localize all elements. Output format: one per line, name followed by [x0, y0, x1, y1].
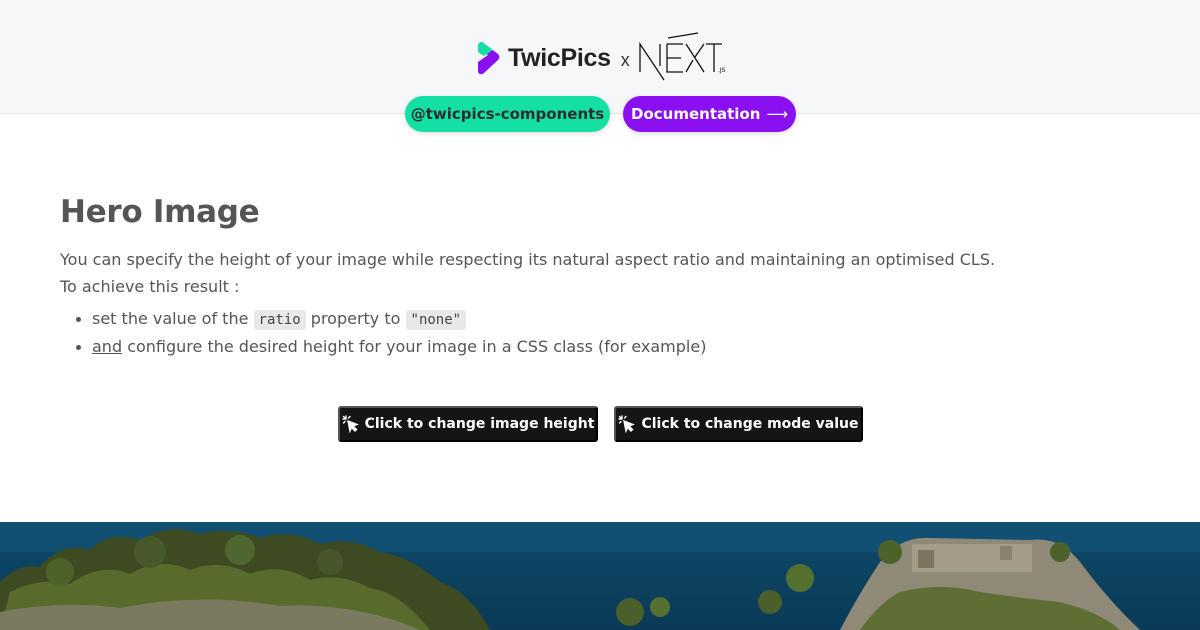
- underlined-and: and: [92, 337, 123, 356]
- code-ratio: ratio: [253, 310, 306, 330]
- documentation-link-button[interactable]: Documentation ⟶: [623, 96, 796, 132]
- components-link-button[interactable]: @twicpics-components: [405, 96, 610, 132]
- nextjs-logo-icon: .JS: [639, 32, 726, 81]
- list-item: and configure the desired height for you…: [76, 334, 706, 362]
- change-height-button[interactable]: Click to change image height: [338, 406, 598, 442]
- change-mode-label: Click to change mode value: [641, 416, 859, 432]
- hero-image: [0, 522, 1200, 630]
- intro-text: You can specify the height of your image…: [60, 250, 996, 269]
- change-mode-button[interactable]: Click to change mode value: [614, 406, 863, 442]
- cursor-click-icon: [341, 415, 359, 433]
- twicpics-logo-icon: [478, 42, 500, 75]
- instructions-list: set the value of the ratio property to "…: [76, 306, 706, 362]
- documentation-link-label: Documentation: [631, 105, 761, 123]
- brand-logos: TwicPics x .JS: [476, 32, 734, 81]
- svg-text:.JS: .JS: [718, 67, 726, 74]
- brand-name: TwicPics: [508, 43, 611, 72]
- page-title: Hero Image: [60, 194, 260, 230]
- bullet-text-rest: configure the desired height for your im…: [127, 337, 707, 356]
- cursor-click-icon: [618, 415, 636, 433]
- change-height-label: Click to change image height: [364, 416, 595, 432]
- bullet-text-start: set the value of the: [92, 309, 249, 328]
- bullet-text-mid: property to: [310, 309, 401, 328]
- code-none: "none": [405, 310, 467, 330]
- brand-separator: x: [620, 49, 630, 70]
- coastal-island-photo-icon: [0, 522, 1200, 630]
- lead-text: To achieve this result :: [60, 277, 240, 296]
- components-link-label: @twicpics-components: [410, 105, 605, 123]
- list-item: set the value of the ratio property to "…: [76, 306, 706, 334]
- arrow-right-icon: ⟶: [766, 105, 788, 123]
